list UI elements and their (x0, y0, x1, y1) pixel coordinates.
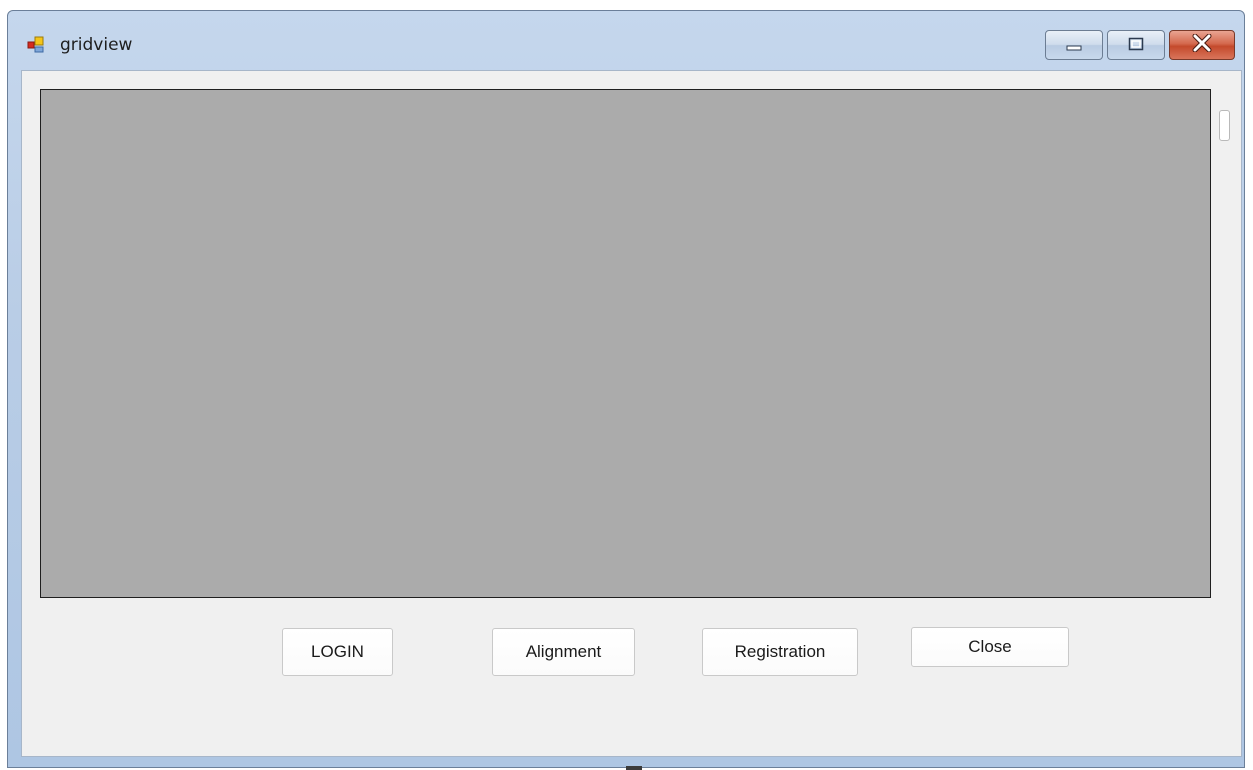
close-button[interactable]: Close (911, 627, 1069, 667)
scrollbar-thumb[interactable] (1219, 110, 1230, 141)
minimize-button[interactable] (1045, 30, 1103, 60)
alignment-button[interactable]: Alignment (492, 628, 635, 676)
form-client-area: LOGIN Alignment Registration Close (21, 70, 1242, 757)
maximize-button[interactable] (1107, 30, 1165, 60)
title-bar[interactable]: gridview (8, 11, 1244, 69)
resize-grip (626, 766, 642, 770)
login-button[interactable]: LOGIN (282, 628, 393, 676)
data-grid-view[interactable] (40, 89, 1211, 598)
app-window: gridview LOGIN Alignment Registration Cl… (7, 10, 1245, 768)
caption-buttons (1045, 30, 1235, 60)
app-form-icon[interactable] (27, 36, 45, 54)
maximize-icon (1128, 36, 1144, 55)
close-icon (1192, 33, 1212, 56)
registration-button[interactable]: Registration (702, 628, 858, 676)
close-window-button[interactable] (1169, 30, 1235, 60)
window-title: gridview (60, 35, 133, 55)
minimize-icon (1066, 36, 1082, 55)
